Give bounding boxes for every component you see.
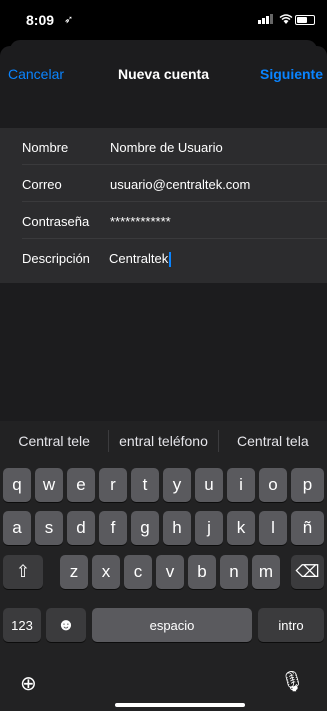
status-time: 8:09 (26, 12, 55, 28)
key-r[interactable]: r (99, 468, 127, 502)
key-t[interactable]: t (131, 468, 159, 502)
shift-key[interactable]: ⇧ (3, 555, 43, 589)
email-field[interactable]: Correo usuario@centraltek.com (0, 165, 327, 202)
email-value[interactable]: usuario@centraltek.com (110, 177, 250, 192)
numbers-key[interactable]: 123 (3, 608, 41, 642)
emoji-key[interactable]: ☻ (46, 608, 86, 642)
key-l[interactable]: l (259, 511, 287, 545)
new-account-sheet: Cancelar Nueva cuenta Siguiente Nombre N… (0, 46, 327, 421)
keyboard: Central tele entral teléfono Central tel… (0, 421, 327, 711)
microphone-icon[interactable]: 🎙 (280, 669, 305, 694)
email-label: Correo (22, 177, 62, 192)
space-key[interactable]: espacio (92, 608, 252, 642)
suggestion-bar: Central tele entral teléfono Central tel… (0, 421, 327, 461)
key-v[interactable]: v (156, 555, 184, 589)
globe-icon[interactable]: ⊕ (20, 671, 37, 696)
home-indicator[interactable] (115, 703, 245, 707)
key-y[interactable]: y (163, 468, 191, 502)
cellular-signal-icon (258, 14, 273, 24)
key-o[interactable]: o (259, 468, 287, 502)
suggestion-3[interactable]: Central tela (219, 433, 327, 449)
key-m[interactable]: m (252, 555, 280, 589)
navigation-bar: Cancelar Nueva cuenta Siguiente (0, 46, 327, 106)
password-value[interactable]: ************ (110, 214, 171, 229)
key-j[interactable]: j (195, 511, 223, 545)
key-b[interactable]: b (188, 555, 216, 589)
return-key[interactable]: intro (258, 608, 324, 642)
name-value[interactable]: Nombre de Usuario (110, 140, 223, 155)
suggestion-2[interactable]: entral teléfono (109, 433, 217, 449)
key-d[interactable]: d (67, 511, 95, 545)
next-button[interactable]: Siguiente (260, 66, 323, 82)
key-q[interactable]: q (3, 468, 31, 502)
description-field[interactable]: Descripción Centraltek (0, 239, 327, 276)
description-value[interactable]: Centraltek (109, 251, 172, 268)
description-text: Centraltek (109, 251, 169, 266)
location-arrow-icon: ➶ (64, 14, 74, 26)
key-i[interactable]: i (227, 468, 255, 502)
password-field[interactable]: Contraseña ************ (0, 202, 327, 239)
password-label: Contraseña (22, 214, 90, 229)
key-x[interactable]: x (92, 555, 120, 589)
suggestion-1[interactable]: Central tele (0, 433, 108, 449)
key-a[interactable]: a (3, 511, 31, 545)
key-s[interactable]: s (35, 511, 63, 545)
key-e[interactable]: e (67, 468, 95, 502)
key-n[interactable]: n (220, 555, 248, 589)
key-c[interactable]: c (124, 555, 152, 589)
name-field[interactable]: Nombre Nombre de Usuario (0, 128, 327, 165)
name-label: Nombre (22, 140, 69, 155)
key-p[interactable]: p (291, 468, 324, 502)
key-z[interactable]: z (60, 555, 88, 589)
key-g[interactable]: g (131, 511, 159, 545)
account-form: Nombre Nombre de Usuario Correo usuario@… (0, 128, 327, 283)
key-k[interactable]: k (227, 511, 255, 545)
key-u[interactable]: u (195, 468, 223, 502)
key-w[interactable]: w (35, 468, 63, 502)
status-bar: 8:09 ➶ (0, 0, 327, 36)
key-f[interactable]: f (99, 511, 127, 545)
key-h[interactable]: h (163, 511, 191, 545)
wifi-icon (279, 12, 293, 27)
text-cursor (169, 252, 172, 268)
battery-icon (295, 15, 315, 25)
description-label: Descripción (22, 251, 90, 266)
key-n-tilde[interactable]: ñ (291, 511, 324, 545)
backspace-key[interactable]: ⌫ (291, 555, 324, 589)
